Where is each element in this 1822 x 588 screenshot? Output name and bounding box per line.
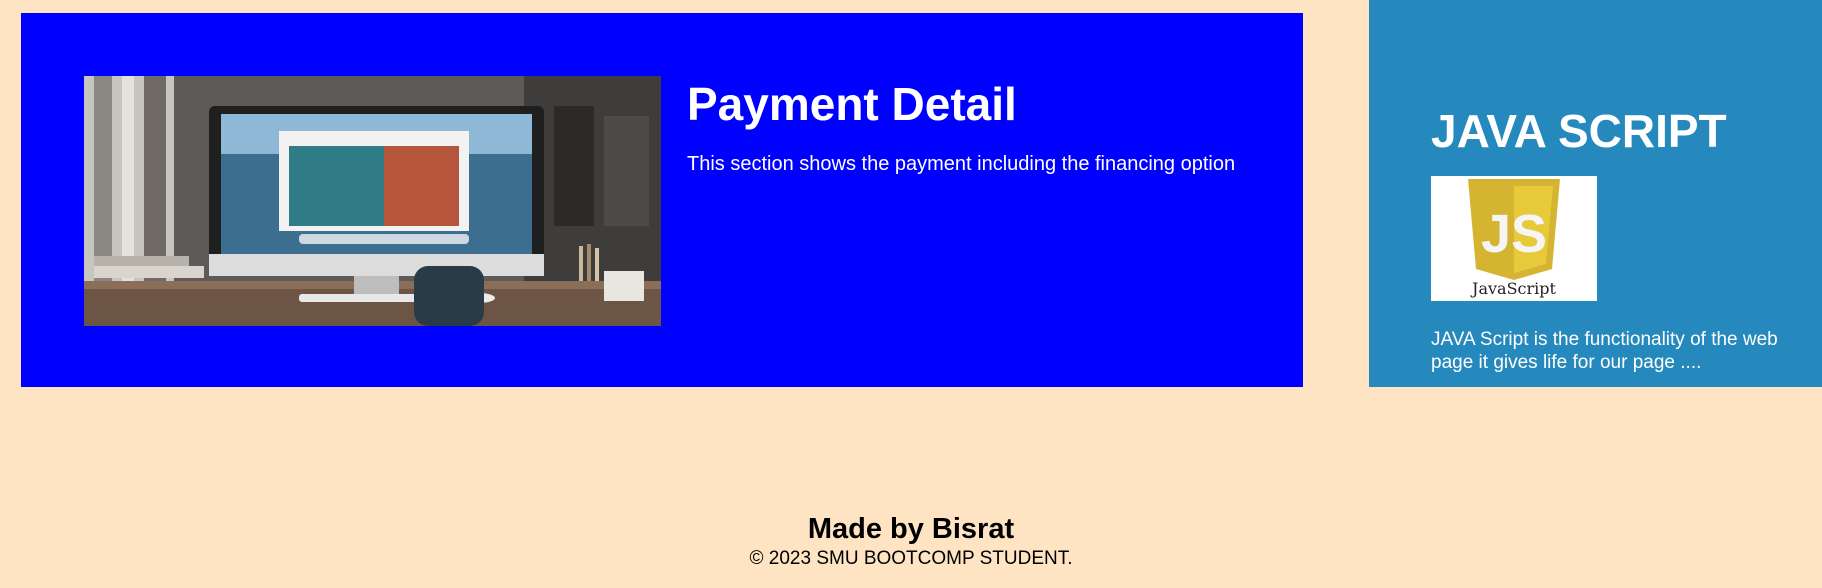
javascript-description: JAVA Script is the functionality of the … <box>1431 329 1778 373</box>
javascript-title: JAVA SCRIPT <box>1431 105 1727 157</box>
footer-title: Made by Bisrat <box>807 513 1015 545</box>
js-mark: JS <box>1481 204 1547 264</box>
footer-copyright: © 2023 SMU BOOTCOMP STUDENT. <box>749 548 1073 569</box>
payment-detail-description: This section shows the payment including… <box>687 153 1236 175</box>
desk-computer-image <box>84 76 661 326</box>
payment-detail-card: Payment Detail This section shows the pa… <box>21 13 1303 387</box>
footer: Made by Bisrat © 2023 SMU BOOTCOMP STUDE… <box>0 510 1822 570</box>
javascript-panel: JAVA SCRIPT JS JavaScript JAVA Script is… <box>1369 0 1822 387</box>
javascript-logo: JS JavaScript <box>1431 176 1597 301</box>
javascript-logo-caption: JavaScript <box>1470 279 1556 298</box>
payment-detail-title: Payment Detail <box>687 78 1017 130</box>
